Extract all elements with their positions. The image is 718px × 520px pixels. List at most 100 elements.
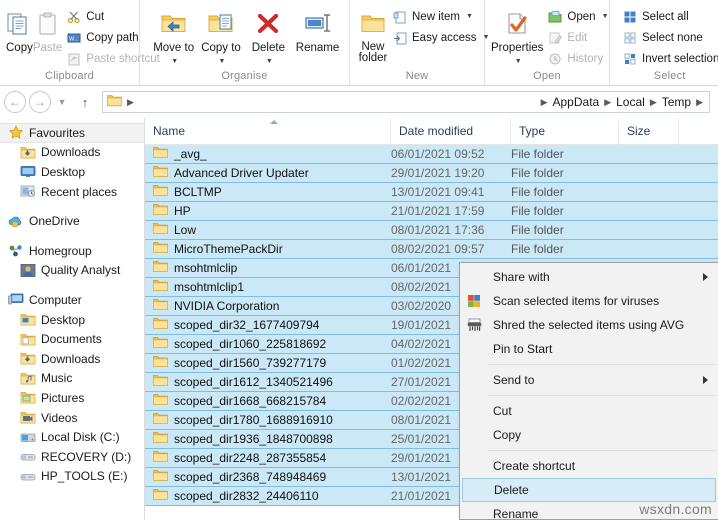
context-menu-item-share-with[interactable]: Share with (460, 265, 718, 289)
user-avatar-icon (20, 262, 36, 278)
folder-icon (153, 222, 168, 238)
sidebar-item-documents[interactable]: Documents (0, 329, 144, 349)
easy-access-button[interactable]: Easy access ▼ (388, 27, 494, 48)
sidebar-item-music[interactable]: Music (0, 369, 144, 389)
sidebar-item-pictures[interactable]: Pictures (0, 388, 144, 408)
sidebar-item-local-disk-c[interactable]: Local Disk (C:) (0, 427, 144, 447)
breadcrumb-separator[interactable]: ▶ (539, 97, 550, 108)
sidebar-item-label: Downloads (41, 351, 101, 366)
properties-button[interactable]: Properties ▼ (491, 3, 543, 68)
context-menu-item-label: Cut (493, 404, 512, 418)
rename-button[interactable]: Rename (292, 3, 343, 54)
new-item-icon (392, 9, 408, 25)
sidebar-item-downloads[interactable]: Downloads (0, 143, 144, 163)
edit-button[interactable]: Edit (543, 27, 612, 48)
paste-button[interactable]: Paste (33, 3, 62, 54)
context-menu-item-scan-selected-items-for-viruses[interactable]: Scan selected items for viruses (460, 289, 718, 313)
music-folder-icon (20, 370, 36, 386)
new-folder-button-label: New folder (358, 41, 388, 64)
back-arrow-icon[interactable]: ← (4, 91, 26, 113)
new-item-button-label: New item (412, 10, 460, 23)
forward-arrow-icon[interactable]: → (29, 91, 51, 113)
chevron-down-icon: ▼ (465, 13, 473, 20)
delete-button[interactable]: Delete ▼ (245, 3, 292, 68)
file-name-label: NVIDIA Corporation (174, 299, 280, 313)
sidebar-item-hp-tools-e[interactable]: HP_TOOLS (E:) (0, 467, 144, 487)
open-button[interactable]: Open ▼ (543, 6, 612, 27)
copy-path-button-label: Copy path (86, 31, 139, 44)
properties-icon (503, 7, 531, 41)
ribbon-group-label-clipboard: Clipboard (45, 70, 94, 82)
sidebar-item-label: Videos (41, 410, 78, 425)
file-name-label: Advanced Driver Updater (174, 166, 309, 180)
select-all-button-label: Select all (642, 10, 689, 23)
column-header-date-modified[interactable]: Date modified (391, 118, 511, 145)
breadcrumb-separator[interactable]: ▶ (125, 97, 136, 108)
context-menu-item-shred-the-selected-items-using-avg[interactable]: Shred the selected items using AVG (460, 313, 718, 337)
table-row[interactable]: BCLTMP 13/01/2021 09:41 File folder (145, 182, 718, 202)
breadcrumb-item-appdata[interactable]: AppData (550, 95, 603, 109)
delete-x-icon (255, 7, 281, 41)
move-to-button[interactable]: Move to ▼ (150, 3, 197, 68)
sidebar-item-computer[interactable]: Computer (0, 290, 144, 310)
select-all-icon (622, 9, 638, 25)
context-menu-item-send-to[interactable]: Send to (460, 368, 718, 392)
up-arrow-icon[interactable]: ↑ (74, 95, 96, 110)
sidebar-item-videos[interactable]: Videos (0, 408, 144, 428)
file-explorer-window: Copy Paste Cut W... Copy path Paste shor… (0, 0, 718, 520)
sidebar-item-downloads[interactable]: Downloads (0, 349, 144, 369)
context-menu-item-copy[interactable]: Copy (460, 423, 718, 447)
column-header-name[interactable]: Name (145, 118, 391, 145)
invert-selection-button[interactable]: Invert selection (618, 48, 718, 69)
context-menu-item-cut[interactable]: Cut (460, 399, 718, 423)
sidebar-item-homegroup[interactable]: Homegroup (0, 241, 144, 261)
sidebar-item-recovery-d[interactable]: RECOVERY (D:) (0, 447, 144, 467)
recent-locations-chevron-down-icon[interactable]: ▼ (54, 97, 70, 107)
easy-access-icon (392, 30, 408, 46)
column-header-size[interactable]: Size (619, 118, 679, 145)
breadcrumb-separator[interactable]: ▶ (602, 97, 613, 108)
open-icon (547, 9, 563, 25)
new-item-button[interactable]: New item ▼ (388, 6, 494, 27)
context-menu-item-create-shortcut[interactable]: Create shortcut (460, 454, 718, 478)
file-name-cell: _avg_ (145, 146, 391, 162)
new-folder-button[interactable]: New folder (358, 3, 388, 64)
computer-icon (8, 292, 24, 308)
file-name-cell: msohtmlclip (145, 260, 391, 276)
sidebar-item-onedrive[interactable]: OneDrive (0, 211, 144, 231)
select-all-button[interactable]: Select all (618, 6, 718, 27)
table-row[interactable]: MicroThemePackDir 08/02/2021 09:57 File fo… (145, 239, 718, 259)
breadcrumb-item-local[interactable]: Local (613, 95, 648, 109)
column-headers: Name Date modified Type Size (145, 118, 718, 145)
copy-to-button[interactable]: Copy to ▼ (197, 3, 244, 68)
select-none-button[interactable]: Select none (618, 27, 718, 48)
sidebar-item-desktop[interactable]: Desktop (0, 310, 144, 330)
sidebar-item-label: Downloads (41, 145, 101, 160)
date-modified-cell: 08/01/2021 17:36 (391, 223, 485, 237)
context-menu-item-label: Pin to Start (493, 342, 553, 356)
breadcrumb-item-temp[interactable]: Temp (659, 95, 694, 109)
sidebar-item-desktop[interactable]: Desktop (0, 162, 144, 182)
sidebar-item-quality-analyst[interactable]: Quality Analyst (0, 261, 144, 281)
context-menu-item-delete[interactable]: Delete (462, 478, 716, 502)
breadcrumb[interactable]: ▶ ▶ AppData ▶ Local ▶ Temp ▶ (102, 91, 710, 113)
navigation-pane[interactable]: Favourites Downloads Desktop Recent places O… (0, 118, 145, 520)
copy-to-button-label: Copy to ▼ (201, 42, 241, 65)
table-row[interactable]: Advanced Driver Updater 29/01/2021 19:20 F… (145, 163, 718, 183)
table-row[interactable]: _avg_ 06/01/2021 09:52 File folder (145, 145, 718, 164)
table-row[interactable]: Low 08/01/2021 17:36 File folder (145, 220, 718, 240)
sidebar-item-favourites[interactable]: Favourites (0, 123, 144, 143)
copy-button[interactable]: Copy (6, 3, 33, 54)
open-small-commands: Open ▼ Edit History (543, 3, 612, 69)
column-header-type[interactable]: Type (511, 118, 619, 145)
sidebar-item-recent-places[interactable]: Recent places (0, 182, 144, 202)
breadcrumb-separator[interactable]: ▶ (694, 97, 705, 108)
file-name-label: scoped_dir2368_748948469 (174, 470, 327, 484)
history-button[interactable]: History (543, 48, 612, 69)
easy-access-button-label: Easy access (412, 31, 477, 44)
context-menu[interactable]: Share with Scan selected items for viruse… (459, 262, 718, 520)
context-menu-item-pin-to-start[interactable]: Pin to Start (460, 337, 718, 361)
context-menu-item-rename[interactable]: Rename (460, 502, 718, 519)
breadcrumb-separator[interactable]: ▶ (648, 97, 659, 108)
table-row[interactable]: HP 21/01/2021 17:59 File folder (145, 201, 718, 221)
